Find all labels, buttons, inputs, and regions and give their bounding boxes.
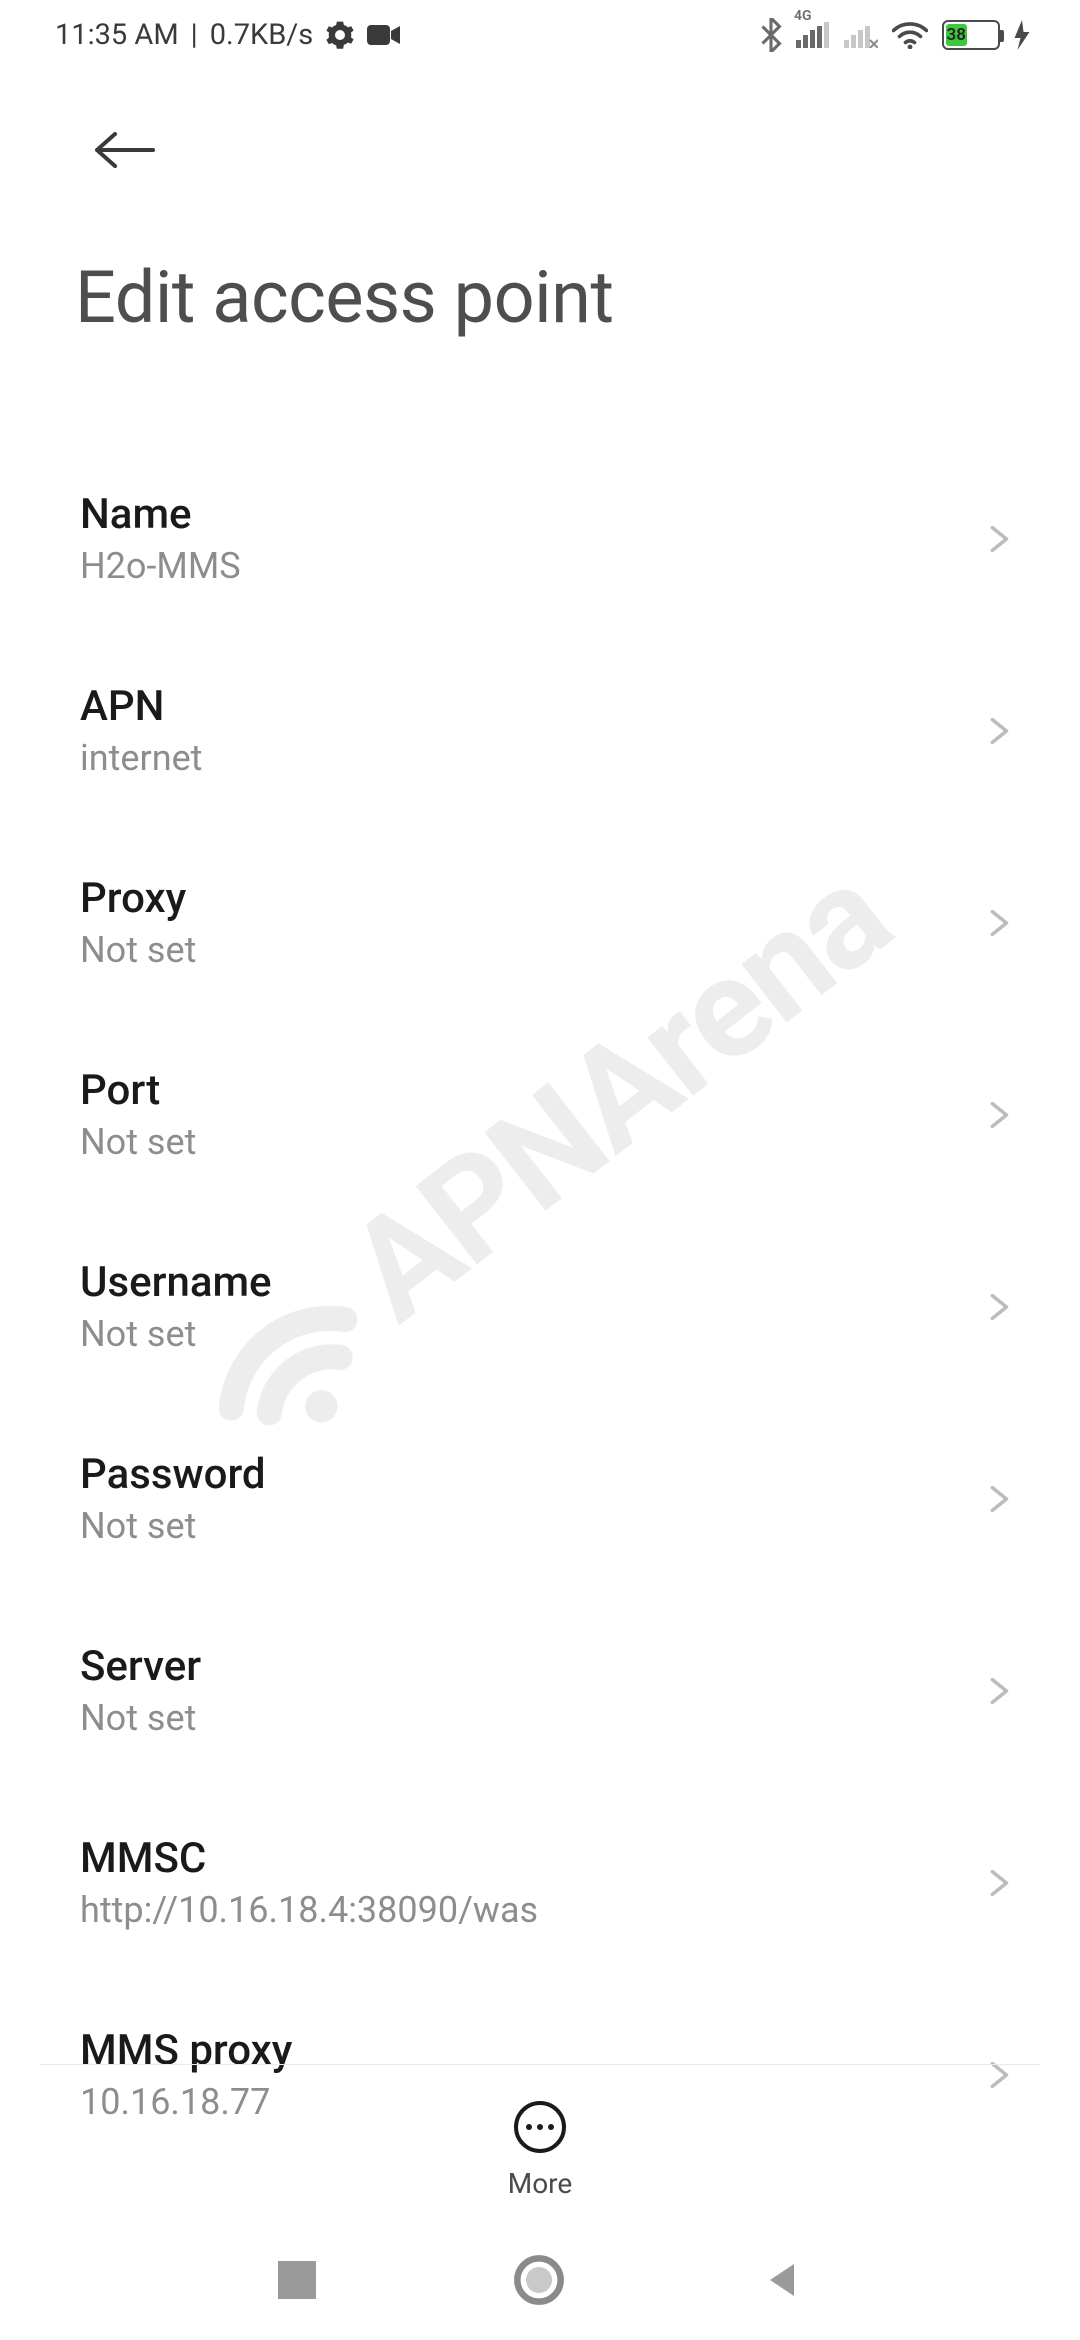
status-sep: | xyxy=(191,18,198,52)
more-icon xyxy=(514,2101,566,2153)
charging-icon xyxy=(1014,20,1030,50)
settings-list: Name H2o-MMS APN internet Proxy Not set … xyxy=(0,450,1080,2123)
chevron-right-icon xyxy=(981,1098,1015,1132)
square-icon xyxy=(278,2261,316,2299)
row-label: Password xyxy=(80,1450,981,1499)
battery-icon: 38 xyxy=(942,20,1000,50)
chevron-right-icon xyxy=(981,1290,1015,1324)
more-label: More xyxy=(508,2167,573,2200)
row-label: MMS proxy xyxy=(80,2026,981,2075)
bottom-action-bar: More xyxy=(0,2101,1080,2200)
row-proxy[interactable]: Proxy Not set xyxy=(80,834,1025,1026)
row-label: APN xyxy=(80,682,981,731)
arrow-left-icon xyxy=(93,130,157,170)
status-bar: 11:35 AM | 0.7KB/s 4G xyxy=(0,0,1080,70)
row-value: Not set xyxy=(80,929,981,971)
status-time: 11:35 AM xyxy=(55,18,179,52)
status-net-rate: 0.7KB/s xyxy=(210,18,313,52)
nav-home-button[interactable] xyxy=(513,2254,565,2306)
more-button[interactable]: More xyxy=(508,2101,573,2200)
row-value: H2o-MMS xyxy=(80,545,981,587)
divider xyxy=(40,2064,1040,2065)
row-password[interactable]: Password Not set xyxy=(80,1410,1025,1602)
circle-icon xyxy=(513,2254,565,2306)
row-value: Not set xyxy=(80,1697,981,1739)
row-label: MMSC xyxy=(80,1834,981,1883)
row-label: Server xyxy=(80,1642,981,1691)
chevron-right-icon xyxy=(981,2058,1015,2092)
row-label: Port xyxy=(80,1066,981,1115)
row-label: Proxy xyxy=(80,874,981,923)
nav-recents-button[interactable] xyxy=(278,2261,316,2299)
row-value: Not set xyxy=(80,1313,981,1355)
wifi-icon xyxy=(892,21,928,49)
row-value: Not set xyxy=(80,1121,981,1163)
system-nav-bar xyxy=(0,2220,1080,2340)
chevron-right-icon xyxy=(981,522,1015,556)
triangle-left-icon xyxy=(762,2260,802,2300)
chevron-right-icon xyxy=(981,1866,1015,1900)
chevron-right-icon xyxy=(981,906,1015,940)
signal-no-sim-icon xyxy=(844,22,878,48)
page-title: Edit access point xyxy=(75,255,1025,340)
gear-icon xyxy=(325,20,355,50)
row-server[interactable]: Server Not set xyxy=(80,1602,1025,1794)
row-label: Username xyxy=(80,1258,981,1307)
row-label: Name xyxy=(80,490,981,539)
bluetooth-icon xyxy=(760,18,782,52)
row-value: http://10.16.18.4:38090/was xyxy=(80,1889,981,1931)
row-value: Not set xyxy=(80,1505,981,1547)
signal-4g-icon: 4G xyxy=(796,22,830,48)
chevron-right-icon xyxy=(981,714,1015,748)
camera-icon xyxy=(367,23,401,47)
header: Edit access point xyxy=(0,70,1080,340)
row-apn[interactable]: APN internet xyxy=(80,642,1025,834)
row-name[interactable]: Name H2o-MMS xyxy=(80,450,1025,642)
row-value: internet xyxy=(80,737,981,779)
chevron-right-icon xyxy=(981,1674,1015,1708)
row-mmsc[interactable]: MMSC http://10.16.18.4:38090/was xyxy=(80,1794,1025,1986)
row-port[interactable]: Port Not set xyxy=(80,1026,1025,1218)
back-button[interactable] xyxy=(85,110,165,190)
row-username[interactable]: Username Not set xyxy=(80,1218,1025,1410)
chevron-right-icon xyxy=(981,1482,1015,1516)
nav-back-button[interactable] xyxy=(762,2260,802,2300)
